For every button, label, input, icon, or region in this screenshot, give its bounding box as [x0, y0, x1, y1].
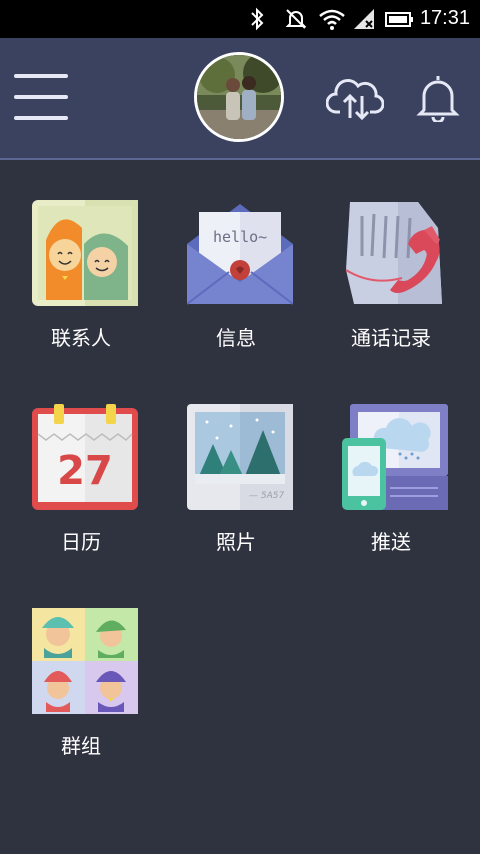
app-label: 信息	[216, 326, 256, 350]
notification-muted-icon	[285, 9, 307, 29]
menu-bar	[14, 74, 68, 78]
message-envelope-icon: hello~	[187, 204, 293, 305]
app-label: 照片	[216, 530, 256, 554]
app-messages[interactable]: hello~ 信息	[176, 160, 296, 350]
battery-icon	[385, 12, 413, 27]
group-icon	[32, 608, 138, 714]
app-contacts[interactable]: 联系人	[21, 160, 141, 350]
contacts-icon	[32, 200, 138, 306]
menu-button[interactable]	[14, 74, 70, 124]
app-label: 联系人	[51, 326, 111, 350]
call-log-phone-icon	[345, 202, 442, 304]
profile-photo	[197, 55, 281, 139]
menu-bar	[14, 116, 68, 120]
signal-no-sim-icon	[354, 9, 374, 29]
cloud-sync-icon[interactable]	[326, 72, 384, 122]
app-label: 日历	[61, 530, 101, 554]
app-group[interactable]: 群组	[21, 568, 141, 758]
bluetooth-icon	[251, 7, 264, 31]
svg-text:— 5A57: — 5A57	[249, 491, 284, 501]
menu-bar	[14, 95, 68, 99]
app-photos[interactable]: — 5A57 照片	[176, 364, 296, 554]
app-push[interactable]: 推送	[331, 364, 451, 554]
app-calendar[interactable]: 27 日历	[21, 364, 141, 554]
notification-bell-icon[interactable]	[416, 72, 460, 122]
clock: 17:31	[419, 7, 470, 29]
avatar[interactable]	[194, 52, 284, 142]
push-devices-icon	[342, 404, 448, 510]
app-label: 推送	[371, 530, 411, 554]
wifi-icon	[319, 9, 345, 30]
app-header	[0, 38, 480, 160]
photo-icon: — 5A57	[187, 404, 293, 510]
app-label: 通话记录	[351, 326, 431, 350]
calendar-day: 27	[57, 448, 113, 494]
app-label: 群组	[61, 734, 101, 758]
calendar-icon: 27	[32, 404, 138, 510]
app-call-log[interactable]: 通话记录	[331, 160, 451, 350]
status-bar: 17:31	[0, 0, 480, 38]
envelope-text: hello~	[213, 228, 267, 246]
